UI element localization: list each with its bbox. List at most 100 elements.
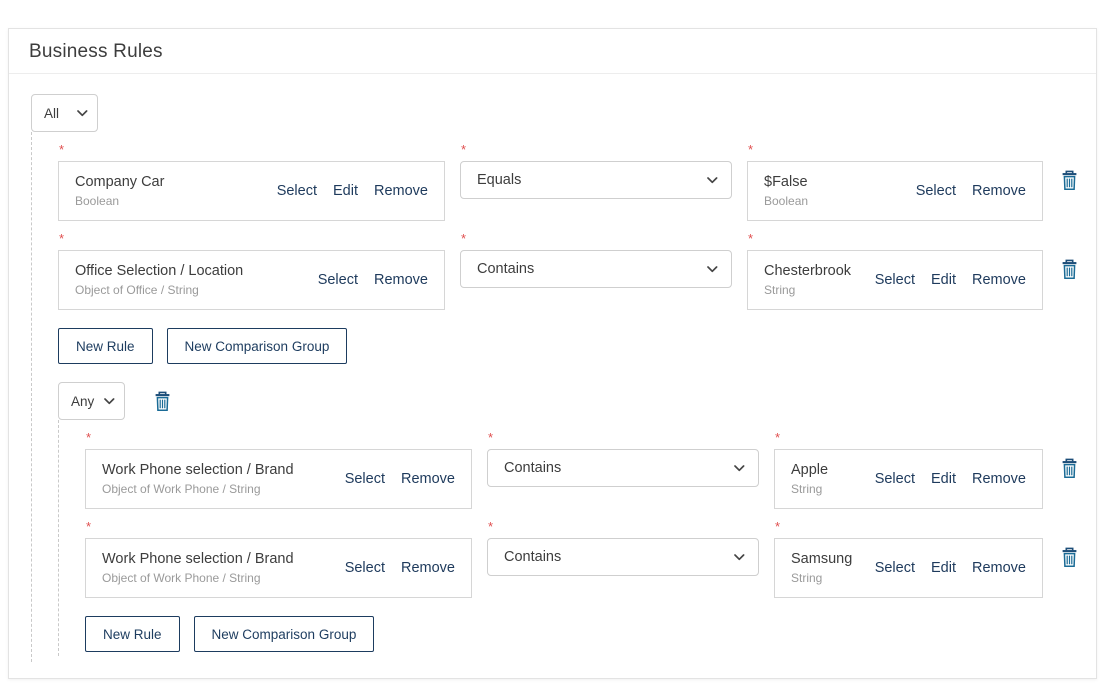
subgroup-head: Any [58,382,1080,420]
field-text: Company Car Boolean [75,174,164,208]
value-actions: Select Edit Remove [875,272,1026,288]
delete-rule-button[interactable] [1058,547,1080,568]
value-title: Chesterbrook [764,263,851,279]
remove-link[interactable]: Remove [374,183,428,199]
field-select-box: Company Car Boolean Select Edit Remove [58,161,445,221]
remove-link[interactable]: Remove [972,272,1026,288]
new-comparison-group-button[interactable]: New Comparison Group [167,328,348,364]
trash-icon [1060,170,1079,191]
required-marker: * [59,142,445,157]
operator-value: Contains [504,460,561,476]
value-cell: * $False Boolean Select Remove [747,132,1043,221]
rule-row: * Work Phone selection / Brand Object of… [85,509,1080,598]
new-rule-button[interactable]: New Rule [58,328,153,364]
field-subtitle: Object of Work Phone / String [102,571,294,585]
edit-link[interactable]: Edit [931,560,956,576]
operator-value: Contains [504,549,561,565]
value-title: Samsung [791,551,852,567]
remove-link[interactable]: Remove [374,272,428,288]
new-comparison-group-button[interactable]: New Comparison Group [194,616,375,652]
value-subtitle: Boolean [764,194,808,208]
remove-link[interactable]: Remove [972,183,1026,199]
rule-group-root: All * Company Car Boolean [31,94,1080,662]
value-cell: * Apple String Select Edit [774,420,1043,509]
field-subtitle: Object of Office / String [75,283,243,297]
value-title: $False [764,174,808,190]
field-title: Company Car [75,174,164,190]
required-marker: * [748,231,1043,246]
edit-link[interactable]: Edit [931,272,956,288]
new-rule-button[interactable]: New Rule [85,616,180,652]
edit-link[interactable]: Edit [931,471,956,487]
select-link[interactable]: Select [345,560,385,576]
required-marker: * [86,430,472,445]
field-text: Work Phone selection / Brand Object of W… [102,462,294,496]
value-subtitle: String [791,482,828,496]
required-marker: * [775,519,1043,534]
field-select-box: Work Phone selection / Brand Object of W… [85,538,472,598]
select-link[interactable]: Select [875,560,915,576]
select-link[interactable]: Select [318,272,358,288]
field-title: Work Phone selection / Brand [102,551,294,567]
select-link[interactable]: Select [345,471,385,487]
field-subtitle: Object of Work Phone / String [102,482,294,496]
required-marker: * [488,519,759,534]
delete-rule-button[interactable] [1058,259,1080,280]
panel-body: All * Company Car Boolean [9,74,1096,678]
rule-row: * Company Car Boolean Select Edit Remove [58,132,1080,221]
operator-cell: * Contains [487,420,759,487]
select-link[interactable]: Select [916,183,956,199]
select-link[interactable]: Select [875,471,915,487]
trash-icon [153,391,172,412]
required-marker: * [461,231,732,246]
select-link[interactable]: Select [875,272,915,288]
group-match-value: All [44,106,59,121]
select-link[interactable]: Select [277,183,317,199]
group-actions: New Rule New Comparison Group [58,328,1080,364]
business-rules-panel: Business Rules All * Company Car [8,28,1097,679]
edit-link[interactable]: Edit [333,183,358,199]
chevron-down-icon [104,398,115,405]
field-subtitle: Boolean [75,194,164,208]
operator-cell: * Equals [460,132,732,199]
delete-rule-button[interactable] [1058,458,1080,479]
value-subtitle: String [791,571,852,585]
delete-rule-button[interactable] [1058,170,1080,191]
trash-icon [1060,259,1079,280]
field-actions: Select Remove [345,471,455,487]
field-cell: * Work Phone selection / Brand Object of… [85,420,472,509]
operator-select[interactable]: Contains [487,538,759,576]
value-cell: * Samsung String Select Edit [774,509,1043,598]
remove-link[interactable]: Remove [972,560,1026,576]
rule-row: * Office Selection / Location Object of … [58,221,1080,310]
field-actions: Select Edit Remove [277,183,428,199]
group-match-select[interactable]: All [31,94,98,132]
operator-select[interactable]: Contains [487,449,759,487]
remove-link[interactable]: Remove [401,471,455,487]
required-marker: * [86,519,472,534]
value-subtitle: String [764,283,851,297]
trash-icon [1060,458,1079,479]
remove-link[interactable]: Remove [401,560,455,576]
remove-link[interactable]: Remove [972,471,1026,487]
value-text: Samsung String [791,551,852,585]
group-match-value: Any [71,394,94,409]
panel-header: Business Rules [9,29,1096,74]
value-actions: Select Remove [916,183,1026,199]
required-marker: * [775,430,1043,445]
field-actions: Select Remove [318,272,428,288]
operator-select[interactable]: Contains [460,250,732,288]
delete-group-button[interactable] [151,391,173,412]
root-group-body: * Company Car Boolean Select Edit Remove [31,132,1080,662]
group-match-select[interactable]: Any [58,382,125,420]
value-select-box: $False Boolean Select Remove [747,161,1043,221]
chevron-down-icon [734,465,745,472]
rule-row: * Work Phone selection / Brand Object of… [85,420,1080,509]
field-cell: * Work Phone selection / Brand Object of… [85,509,472,598]
field-title: Office Selection / Location [75,263,243,279]
page-title: Business Rules [29,41,1076,63]
field-cell: * Office Selection / Location Object of … [58,221,445,310]
operator-select[interactable]: Equals [460,161,732,199]
value-select-box: Samsung String Select Edit Remove [774,538,1043,598]
field-actions: Select Remove [345,560,455,576]
